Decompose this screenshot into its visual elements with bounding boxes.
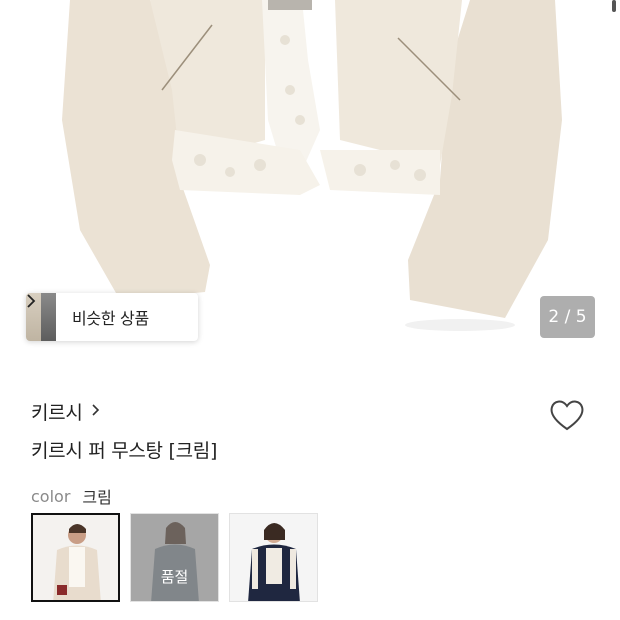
swatch-grey[interactable]: 품절 [130,513,219,602]
similar-products-label: 비슷한 상품 [72,309,149,328]
product-title: 키르시 퍼 무스탕 [크림] [31,440,218,462]
brand-name: 키르시 [31,402,83,424]
selected-color-value: 크림 [82,488,112,507]
brand-link[interactable]: 키르시 [31,398,100,425]
swatch-navy[interactable] [229,513,318,602]
scroll-indicator[interactable] [612,0,616,12]
color-option-row: color 크림 [31,484,112,508]
image-page-counter: 2 / 5 [540,296,595,338]
chevron-right-icon [91,401,100,422]
sold-out-label: 품절 [160,568,189,586]
product-image-gallery[interactable]: 비슷한 상품 2 / 5 [0,0,620,365]
swatch-cream[interactable] [31,513,120,602]
sold-out-overlay: 품절 [131,514,218,601]
color-swatch-list: 품절 [31,513,318,602]
similar-products-button[interactable]: 비슷한 상품 [26,293,198,341]
heart-outline-icon[interactable] [548,396,586,434]
color-label: color [31,486,71,506]
